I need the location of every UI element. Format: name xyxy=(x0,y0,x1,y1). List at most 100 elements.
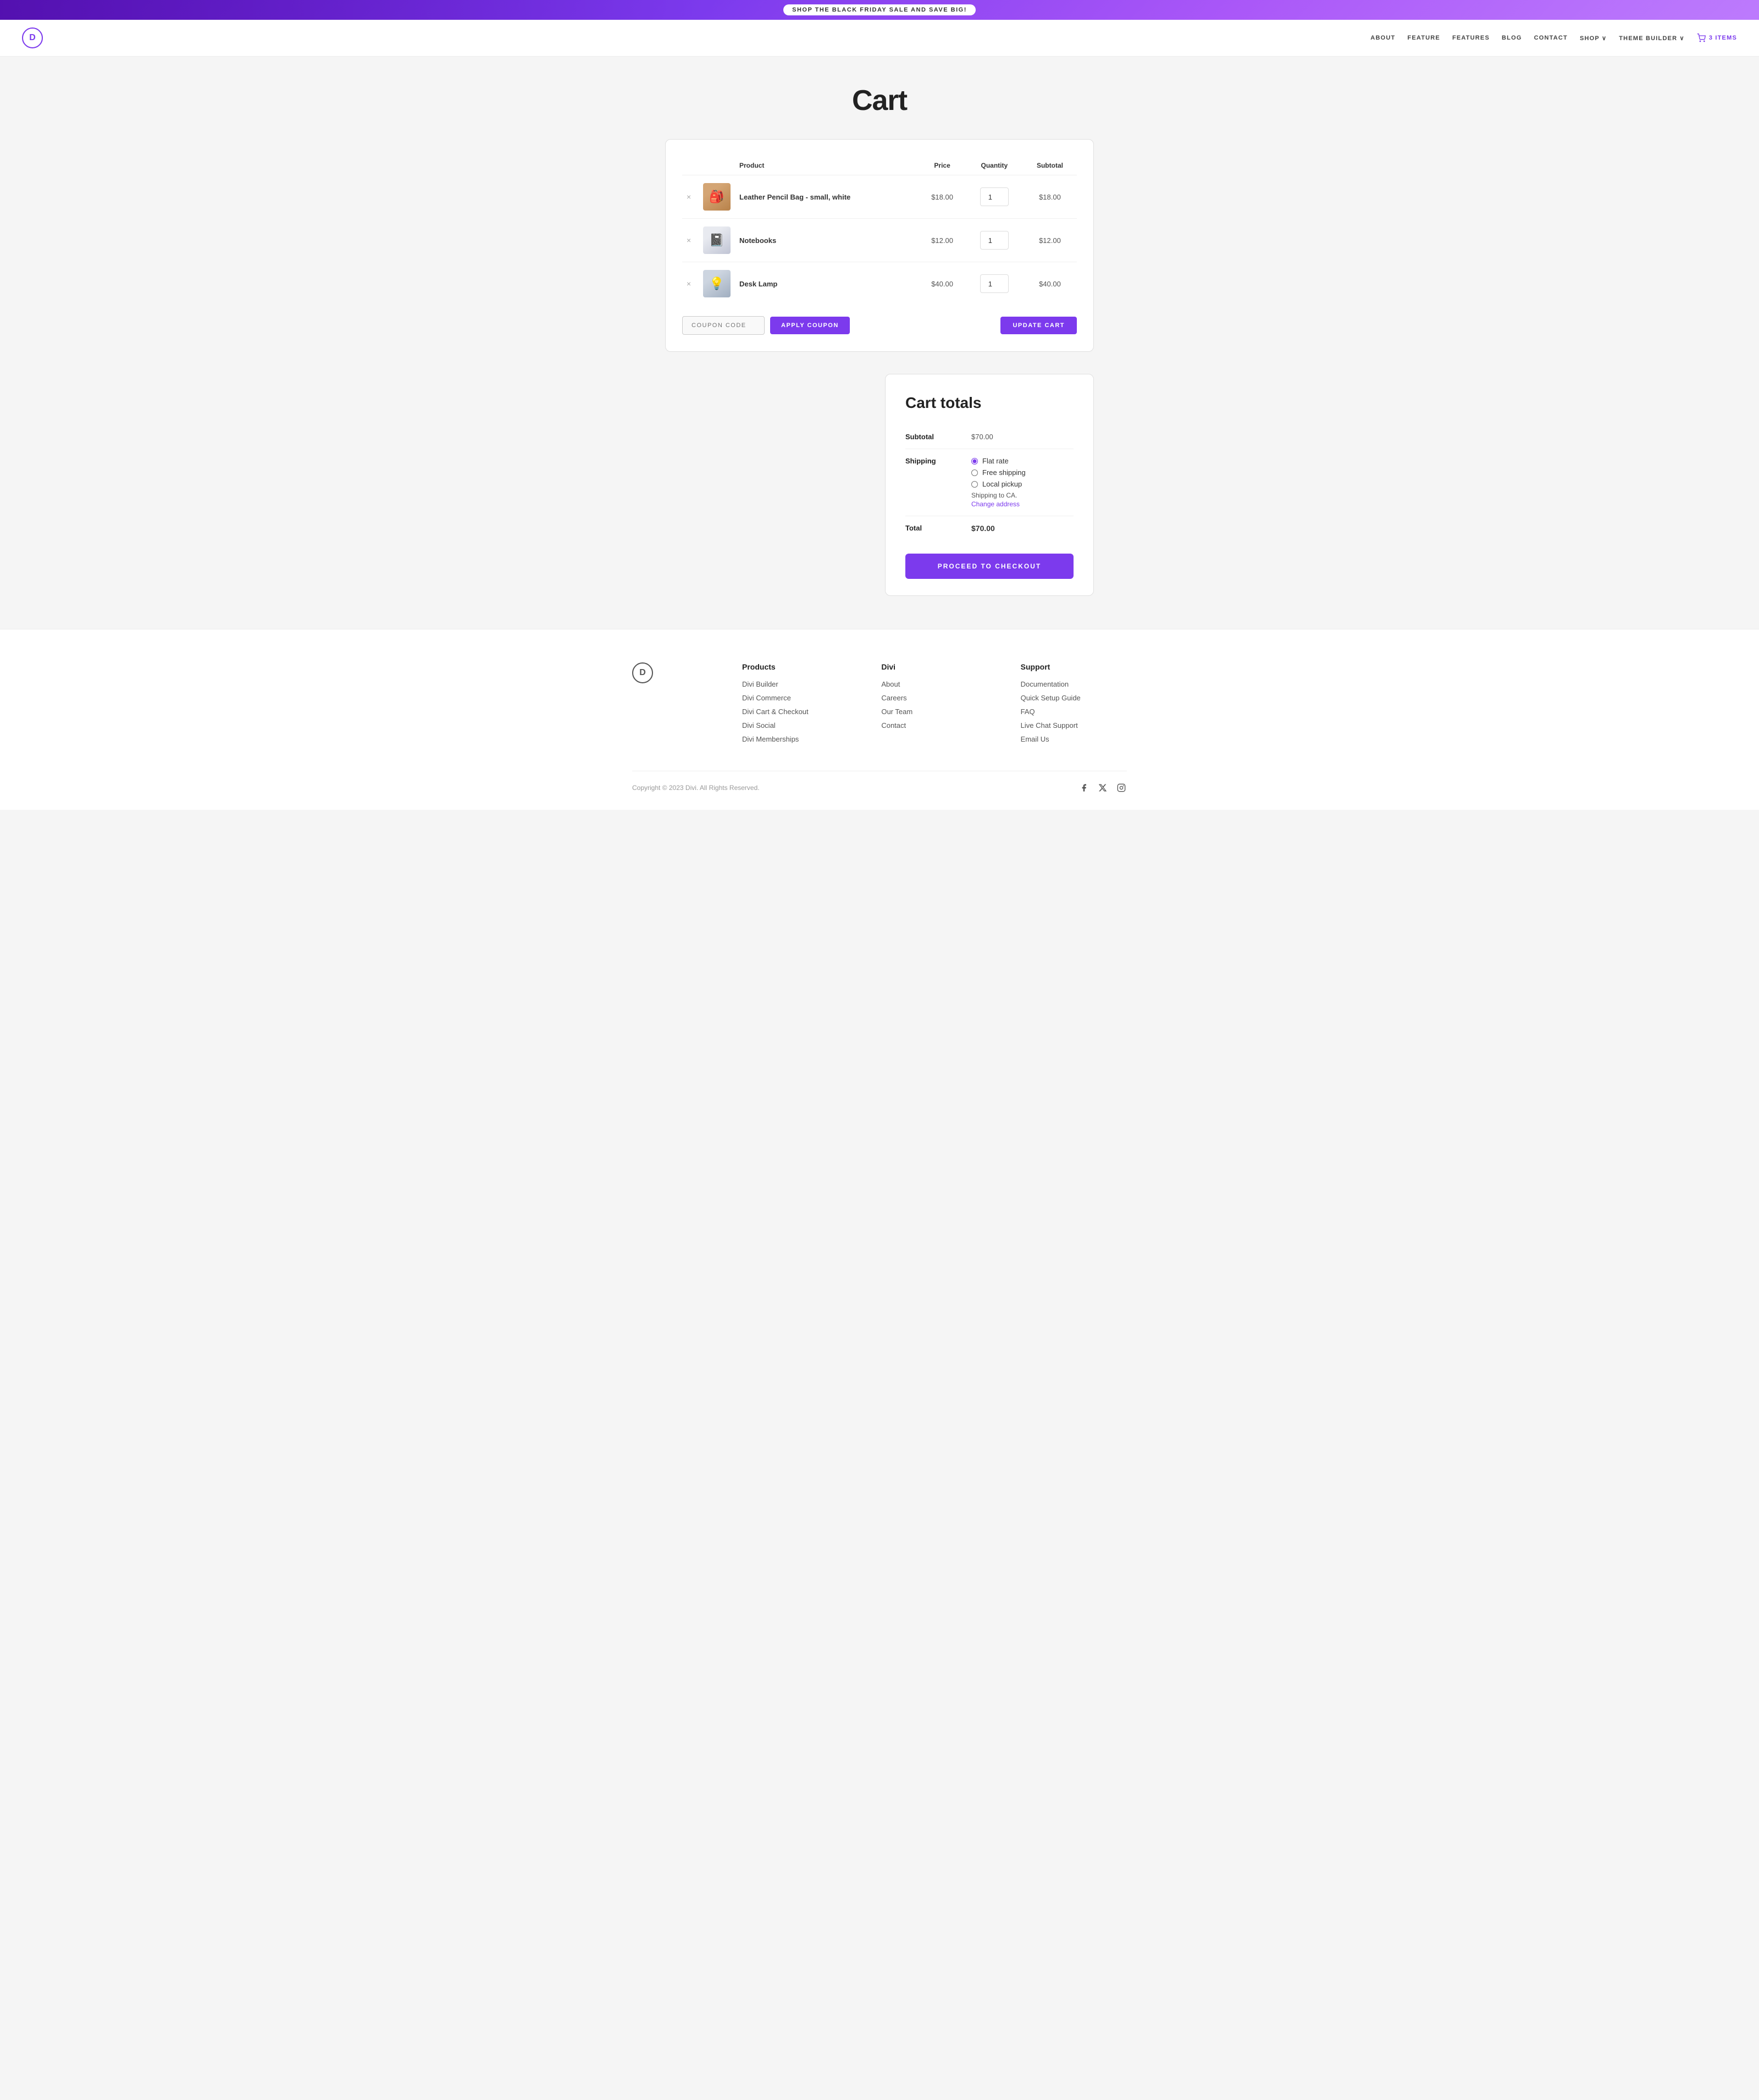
subtotal-row: Subtotal $70.00 xyxy=(905,425,1074,449)
footer-link-email-us[interactable]: Email Us xyxy=(1021,735,1127,743)
total-label: Total xyxy=(905,524,971,532)
nav-shop[interactable]: SHOP ∨ xyxy=(1580,35,1607,42)
cart-totals-wrapper: Cart totals Subtotal $70.00 Shipping Fla… xyxy=(665,374,1094,596)
header: D ABOUT FEATURE FEATURES BLOG CONTACT SH… xyxy=(0,20,1759,57)
cart-totals-title: Cart totals xyxy=(905,394,1074,412)
product-subtotal-desklamp: $40.00 xyxy=(1039,280,1061,288)
shipping-flat-rate[interactable]: Flat rate xyxy=(971,457,1074,465)
footer-link-our-team[interactable]: Our Team xyxy=(881,708,987,716)
remove-item-desklamp[interactable]: × xyxy=(687,279,691,288)
coupon-input[interactable] xyxy=(682,316,765,335)
shipping-free[interactable]: Free shipping xyxy=(971,468,1074,477)
nav-about[interactable]: ABOUT xyxy=(1370,35,1395,41)
subtotal-value: $70.00 xyxy=(971,433,1074,441)
th-price: Price xyxy=(919,156,965,175)
page-title: Cart xyxy=(22,84,1737,117)
footer-link-live-chat[interactable]: Live Chat Support xyxy=(1021,721,1127,730)
product-name-desklamp: Desk Lamp xyxy=(739,280,777,288)
cart-totals: Cart totals Subtotal $70.00 Shipping Fla… xyxy=(885,374,1094,596)
footer-copyright: Copyright © 2023 Divi. All Rights Reserv… xyxy=(632,784,760,792)
product-subtotal-notebooks: $12.00 xyxy=(1039,236,1061,245)
top-banner: SHOP THE BLACK FRIDAY SALE AND SAVE BIG! xyxy=(0,0,1759,20)
footer-col-support-title: Support xyxy=(1021,662,1127,671)
product-image-desklamp xyxy=(703,270,731,297)
product-price-pencilbag: $18.00 xyxy=(931,193,953,201)
nav-contact[interactable]: CONTACT xyxy=(1534,35,1568,41)
main-content: Product Price Quantity Subtotal × Leathe… xyxy=(654,139,1105,629)
shipping-flat-rate-radio[interactable] xyxy=(971,458,978,465)
facebook-icon[interactable] xyxy=(1078,782,1089,793)
footer-link-divi-commerce[interactable]: Divi Commerce xyxy=(742,694,848,702)
footer-link-divi-memberships[interactable]: Divi Memberships xyxy=(742,735,848,743)
footer-link-divi-cart[interactable]: Divi Cart & Checkout xyxy=(742,708,848,716)
shipping-to-text: Shipping to CA. xyxy=(971,491,1074,499)
footer-col-products-title: Products xyxy=(742,662,848,671)
footer-col-support: Support Documentation Quick Setup Guide … xyxy=(1021,662,1127,749)
table-row: × Leather Pencil Bag - small, white $18.… xyxy=(682,175,1077,219)
instagram-icon[interactable] xyxy=(1116,782,1127,793)
footer-link-divi-social[interactable]: Divi Social xyxy=(742,721,848,730)
shipping-free-radio[interactable] xyxy=(971,469,978,476)
footer-link-divi-builder[interactable]: Divi Builder xyxy=(742,680,848,688)
footer-link-faq[interactable]: FAQ xyxy=(1021,708,1127,716)
cart-icon xyxy=(1697,34,1706,42)
social-icons xyxy=(1078,782,1127,793)
nav-feature[interactable]: FEATURE xyxy=(1407,35,1440,41)
nav-cart[interactable]: 3 ITEMS xyxy=(1697,34,1737,42)
th-subtotal: Subtotal xyxy=(1023,156,1077,175)
product-image-pencilbag xyxy=(703,183,731,211)
shipping-local-pickup[interactable]: Local pickup xyxy=(971,480,1074,488)
cart-count: 3 ITEMS xyxy=(1709,35,1737,41)
shipping-options: Flat rate Free shipping Local pickup Shi… xyxy=(971,457,1074,508)
change-address-link[interactable]: Change address xyxy=(971,500,1074,508)
product-price-desklamp: $40.00 xyxy=(931,280,953,288)
product-price-notebooks: $12.00 xyxy=(931,236,953,245)
footer-link-documentation[interactable]: Documentation xyxy=(1021,680,1127,688)
footer-link-quick-setup-guide[interactable]: Quick Setup Guide xyxy=(1021,694,1127,702)
shipping-free-label: Free shipping xyxy=(982,468,1026,477)
shipping-flat-rate-label: Flat rate xyxy=(982,457,1009,465)
shipping-label: Shipping xyxy=(905,457,971,465)
footer-bottom: Copyright © 2023 Divi. All Rights Reserv… xyxy=(632,771,1127,793)
shipping-row: Shipping Flat rate Free shipping xyxy=(905,449,1074,516)
banner-text: SHOP THE BLACK FRIDAY SALE AND SAVE BIG! xyxy=(783,4,976,15)
page-title-section: Cart xyxy=(0,57,1759,139)
product-name-pencilbag: Leather Pencil Bag - small, white xyxy=(739,193,850,201)
footer-col-divi: Divi About Careers Our Team Contact xyxy=(881,662,987,749)
th-quantity: Quantity xyxy=(966,156,1023,175)
th-image xyxy=(699,156,735,175)
th-remove xyxy=(682,156,699,175)
footer: D Products Divi Builder Divi Commerce Di… xyxy=(0,629,1759,810)
product-image-notebooks xyxy=(703,226,731,254)
qty-input-desklamp[interactable] xyxy=(980,274,1009,293)
subtotal-label: Subtotal xyxy=(905,433,971,441)
footer-link-about[interactable]: About xyxy=(881,680,987,688)
apply-coupon-button[interactable]: APPLY COUPON xyxy=(770,317,850,334)
qty-input-notebooks[interactable] xyxy=(980,231,1009,250)
footer-link-contact[interactable]: Contact xyxy=(881,721,987,730)
twitter-x-icon[interactable] xyxy=(1097,782,1108,793)
footer-logo-col: D xyxy=(632,662,709,749)
cart-table-container: Product Price Quantity Subtotal × Leathe… xyxy=(665,139,1094,352)
nav-blog[interactable]: BLOG xyxy=(1502,35,1522,41)
coupon-row: APPLY COUPON UPDATE CART xyxy=(682,316,1077,335)
checkout-button[interactable]: PROCEED TO CHECKOUT xyxy=(905,554,1074,579)
nav-features[interactable]: FEATURES xyxy=(1452,35,1490,41)
remove-item-pencilbag[interactable]: × xyxy=(687,192,691,201)
qty-input-pencilbag[interactable] xyxy=(980,187,1009,206)
total-value: $70.00 xyxy=(971,524,1074,533)
product-name-notebooks: Notebooks xyxy=(739,236,776,245)
logo[interactable]: D xyxy=(22,27,43,48)
total-row: Total $70.00 xyxy=(905,516,1074,540)
shipping-local-pickup-label: Local pickup xyxy=(982,480,1022,488)
footer-col-divi-title: Divi xyxy=(881,662,987,671)
remove-item-notebooks[interactable]: × xyxy=(687,236,691,245)
footer-link-careers[interactable]: Careers xyxy=(881,694,987,702)
product-subtotal-pencilbag: $18.00 xyxy=(1039,193,1061,201)
footer-col-products: Products Divi Builder Divi Commerce Divi… xyxy=(742,662,848,749)
footer-logo[interactable]: D xyxy=(632,662,653,683)
shipping-local-pickup-radio[interactable] xyxy=(971,481,978,488)
main-nav: ABOUT FEATURE FEATURES BLOG CONTACT SHOP… xyxy=(1370,34,1737,42)
nav-theme-builder[interactable]: THEME BUILDER ∨ xyxy=(1619,35,1685,42)
update-cart-button[interactable]: UPDATE CART xyxy=(1000,317,1077,334)
